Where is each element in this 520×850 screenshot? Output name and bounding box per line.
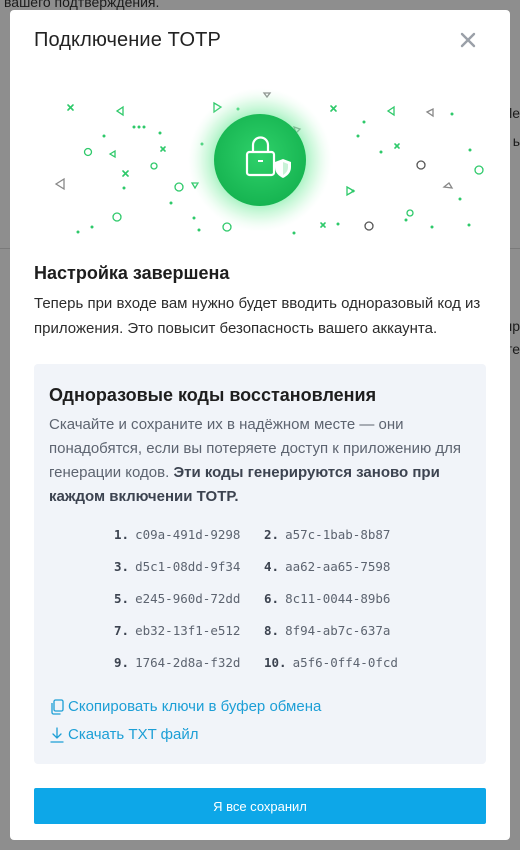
copy-keys-label: Скопировать ключи в буфер обмена	[68, 698, 322, 715]
copy-keys-link[interactable]: Скопировать ключи в буфер обмена	[50, 698, 321, 715]
code-value: 1764-2d8a-f32d	[135, 655, 241, 670]
code-value: 8f94-ab7c-637a	[285, 623, 391, 638]
setup-title: Настройка завершена	[34, 263, 230, 283]
code-number: 7.	[114, 623, 130, 638]
code-value: a5f6-0ff4-0fcd	[292, 655, 398, 670]
code-value: a57c-1bab-8b87	[285, 527, 391, 542]
code-number: 6.	[264, 591, 280, 606]
code-number: 8.	[264, 623, 280, 638]
code-value: d5c1-08dd-9f34	[135, 559, 241, 574]
recovery-code: 9. 1764-2d8a-f32d	[114, 652, 264, 673]
code-number: 2.	[264, 527, 280, 542]
background-fragment: ь	[512, 133, 520, 149]
code-value: c09a-491d-9298	[135, 527, 241, 542]
recovery-code: 3. d5c1-08dd-9f34	[114, 556, 264, 577]
code-number: 9.	[114, 655, 130, 670]
download-txt-link[interactable]: Скачать TXT файл	[50, 726, 198, 743]
code-number: 5.	[114, 591, 130, 606]
code-number: 1.	[114, 527, 130, 542]
modal-title: Подключение TOTP	[34, 29, 221, 51]
code-value: aa62-aa65-7598	[285, 559, 391, 574]
recovery-code: 7. eb32-13f1-e512	[114, 620, 264, 641]
recovery-description: Скачайте и сохраните их в надёжном месте…	[49, 413, 469, 509]
recovery-code: 2. a57c-1bab-8b87	[264, 524, 434, 545]
code-value: eb32-13f1-e512	[135, 623, 241, 638]
save-confirm-button[interactable]: Я все сохранил	[34, 788, 486, 824]
code-number: 3.	[114, 559, 130, 574]
recovery-title: Одноразовые коды восстановления	[49, 385, 377, 405]
code-value: 8c11-0044-89b6	[285, 591, 391, 606]
totp-modal: Подключение TOTP Настройка завершена Теп…	[10, 10, 510, 840]
background-fragment: le	[509, 105, 520, 121]
setup-description: Теперь при входе вам нужно будет вводить…	[34, 295, 481, 337]
recovery-code: 10. a5f6-0ff4-0fcd	[264, 652, 434, 673]
download-txt-label: Скачать TXT файл	[68, 726, 199, 743]
code-value: e245-960d-72dd	[135, 591, 241, 606]
recovery-codes-list: 1. c09a-491d-9298 2. a57c-1bab-8b87 3. d5c1…	[114, 524, 434, 673]
hero-illustration	[34, 70, 486, 250]
code-number: 10.	[264, 655, 287, 670]
recovery-code: 4. aa62-aa65-7598	[264, 556, 434, 577]
copy-icon	[51, 698, 64, 715]
download-icon	[50, 726, 64, 743]
recovery-code: 6. 8c11-0044-89b6	[264, 588, 434, 609]
background-text: вашего подтверждения.	[4, 0, 160, 10]
recovery-code: 1. c09a-491d-9298	[114, 524, 264, 545]
recovery-code: 5. e245-960d-72dd	[114, 588, 264, 609]
recovery-codes-card: Одноразовые коды восстановления Скачайте…	[34, 364, 486, 764]
recovery-code: 8. 8f94-ab7c-637a	[264, 620, 434, 641]
code-number: 4.	[264, 559, 280, 574]
close-icon[interactable]	[456, 28, 480, 52]
